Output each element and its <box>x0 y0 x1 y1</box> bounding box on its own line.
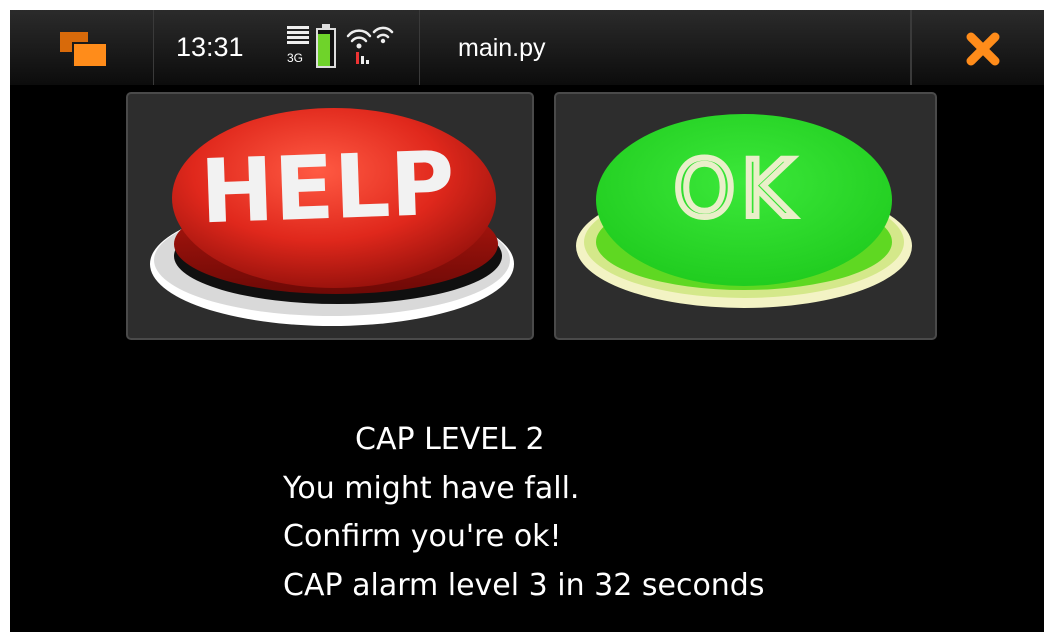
app-screen: 13:31 3G main.py HELP OK CAP LEVEL 2 You… <box>10 10 1044 632</box>
task-switcher-area[interactable] <box>10 10 154 85</box>
ok-button-graphic: OK <box>576 114 912 308</box>
signal-strength-icon: 3G <box>287 26 311 70</box>
app-title: main.py <box>458 34 546 62</box>
task-switcher-icon[interactable] <box>60 32 106 66</box>
status-bar: 13:31 3G main.py <box>10 10 1044 86</box>
alert-message: CAP LEVEL 2 You might have fall. Confirm… <box>283 416 764 610</box>
clock: 13:31 <box>176 32 244 62</box>
help-button[interactable]: HELP <box>126 92 534 340</box>
close-icon[interactable] <box>964 30 1002 68</box>
alert-line-fall: You might have fall. <box>283 470 580 506</box>
ok-label: OK <box>674 145 799 235</box>
network-type-label: 3G <box>287 51 304 65</box>
title-area: main.py <box>420 10 911 85</box>
alert-line-countdown: CAP alarm level 3 in 32 seconds <box>283 567 765 603</box>
ok-button[interactable]: OK <box>554 92 937 340</box>
status-area[interactable]: 13:31 3G <box>154 10 420 85</box>
close-area[interactable] <box>911 10 1044 85</box>
wifi-icon <box>346 26 394 64</box>
alert-line-confirm: Confirm you're ok! <box>283 519 562 554</box>
battery-icon <box>316 24 336 68</box>
alert-title: CAP LEVEL 2 <box>355 422 545 457</box>
help-button-graphic: HELP <box>150 108 514 326</box>
help-label: HELP <box>199 132 457 244</box>
